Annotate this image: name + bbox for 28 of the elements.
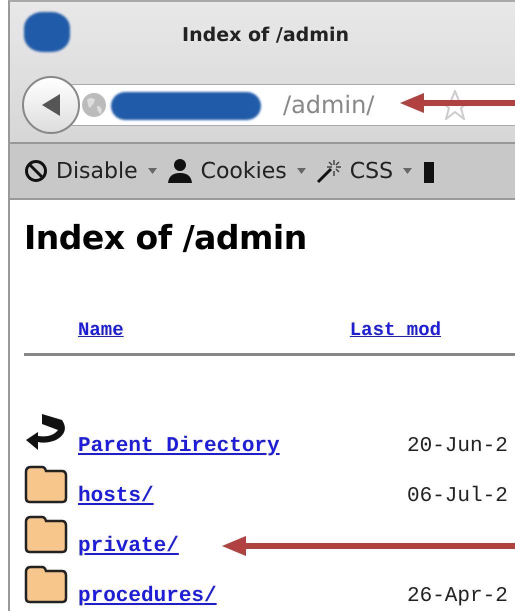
caret-icon	[403, 168, 412, 174]
directory-link[interactable]: Parent Directory	[78, 435, 280, 458]
date-text: 20-Jun-2	[407, 435, 508, 458]
folder-icon	[24, 564, 68, 604]
column-header-link[interactable]: Last mod	[350, 319, 515, 341]
date-text: 06-Jul-2	[407, 485, 508, 508]
date-text: 26-Apr-2	[407, 585, 508, 608]
folder-icon	[24, 514, 68, 554]
page-heading: Index of /admin	[24, 218, 308, 257]
magic-wand-icon	[316, 158, 342, 184]
person-icon	[166, 158, 193, 184]
folder-icon	[24, 464, 68, 504]
globe-icon	[81, 92, 107, 118]
redaction-mark	[24, 12, 70, 52]
toolbar-button[interactable]: Cookies	[166, 158, 287, 184]
caret-icon	[148, 168, 157, 174]
directory-link[interactable]: private/	[78, 535, 179, 558]
directory-link[interactable]: hosts/	[78, 485, 154, 508]
prohibited-icon	[24, 159, 48, 183]
toolbar-button[interactable]: Disable	[24, 158, 138, 184]
caret-icon	[296, 168, 306, 174]
tab-title: Index of /admin	[182, 24, 350, 46]
toolbar-button[interactable]: CSS	[316, 158, 394, 184]
column-header-link[interactable]: Name	[78, 319, 350, 341]
address-field[interactable]: /admin/	[70, 84, 515, 126]
url-text: /admin/	[283, 91, 374, 119]
back-icon	[40, 92, 62, 118]
directory-link[interactable]: procedures/	[78, 585, 217, 608]
